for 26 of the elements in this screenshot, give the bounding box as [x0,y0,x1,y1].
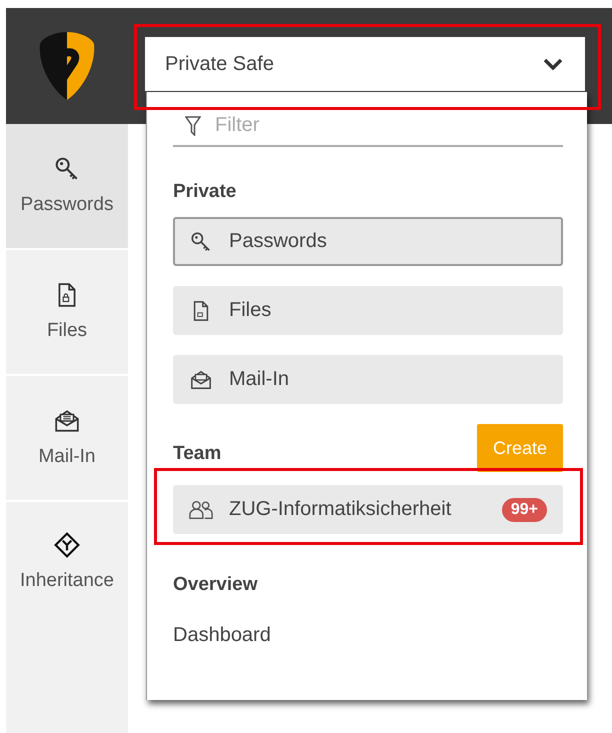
key-icon [54,156,80,182]
dashboard-link[interactable]: Dashboard [173,624,271,647]
sidebar-label: Mail-In [38,446,96,468]
safe-item[interactable]: Mail-In [173,355,563,404]
sidebar-label: Passwords [20,194,114,216]
people-icon [189,498,213,520]
section-heading: Team [173,443,222,465]
sidebar-item[interactable]: Passwords [6,124,128,248]
filter-icon [185,116,201,136]
team-safe-item[interactable]: ZUG-Informatiksicherheit 99+ [173,485,563,534]
safe-selector[interactable]: Private Safe [145,37,585,91]
safe-item[interactable]: Files [173,286,563,335]
open-envelope-icon [54,408,80,434]
open-envelope-icon [189,368,213,390]
sidebar-label: Inheritance [20,570,114,592]
sidebar-label: Files [46,320,88,342]
chevron-down-icon [543,58,563,70]
sidebar-item[interactable]: Inheritance [6,502,128,733]
shield-logo [38,30,96,102]
safe-item[interactable]: Passwords [173,217,563,266]
section-heading: Overview [173,574,258,596]
sidebar-item[interactable]: Mail-In [6,376,128,500]
sidebar-item[interactable]: Files [6,250,128,374]
section-heading: Private [173,181,238,203]
diamond-branch-icon [54,532,80,558]
count-badge: 99+ [502,498,547,522]
